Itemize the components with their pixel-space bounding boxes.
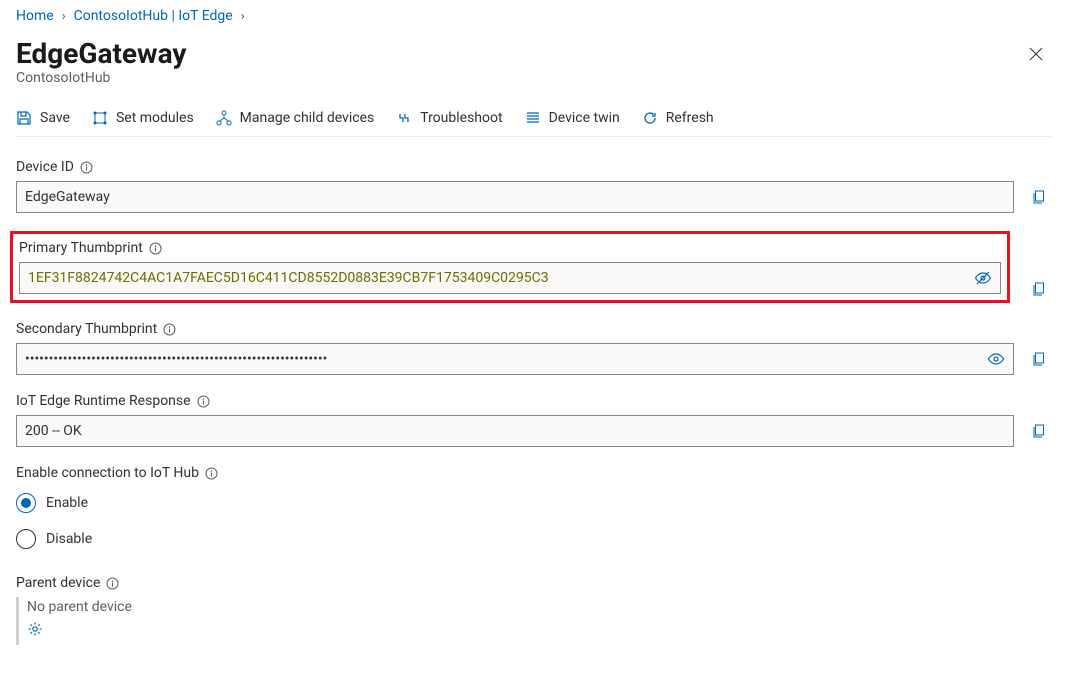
save-label: Save bbox=[40, 110, 70, 126]
device-id-block: Device ID bbox=[16, 159, 1052, 213]
troubleshoot-label: Troubleshoot bbox=[420, 110, 502, 126]
device-id-label: Device ID bbox=[16, 159, 74, 175]
info-icon[interactable] bbox=[80, 161, 93, 174]
refresh-icon bbox=[642, 110, 658, 126]
parent-device-value: No parent device bbox=[27, 599, 1052, 615]
copy-icon bbox=[1031, 351, 1047, 367]
refresh-label: Refresh bbox=[666, 110, 714, 126]
copy-secondary-thumbprint-button[interactable] bbox=[1026, 343, 1052, 375]
page-title: EdgeGateway bbox=[16, 38, 186, 70]
toolbar: Save Set modules Manage child devices Tr… bbox=[16, 98, 1052, 137]
save-button[interactable]: Save bbox=[16, 110, 70, 126]
runtime-response-block: IoT Edge Runtime Response bbox=[16, 393, 1052, 447]
primary-thumbprint-input[interactable] bbox=[28, 270, 968, 286]
device-twin-label: Device twin bbox=[549, 110, 620, 126]
page-subtitle: ContosoIotHub bbox=[16, 70, 186, 86]
breadcrumb-sep-1: › bbox=[56, 9, 72, 24]
breadcrumb: Home › ContosoIotHub | IoT Edge › bbox=[16, 8, 1052, 24]
info-icon[interactable] bbox=[149, 242, 162, 255]
device-id-input[interactable] bbox=[25, 189, 1005, 205]
manage-children-button[interactable]: Manage child devices bbox=[216, 110, 375, 126]
troubleshoot-icon bbox=[396, 110, 412, 126]
runtime-response-input-wrap bbox=[16, 415, 1014, 447]
show-secondary-thumbprint-button[interactable] bbox=[981, 350, 1005, 368]
device-id-input-wrap bbox=[16, 181, 1014, 213]
info-icon[interactable] bbox=[106, 577, 119, 590]
secondary-thumbprint-input[interactable] bbox=[25, 351, 981, 367]
device-twin-button[interactable]: Device twin bbox=[525, 110, 620, 126]
copy-runtime-response-button[interactable] bbox=[1026, 415, 1052, 447]
primary-thumbprint-label: Primary Thumbprint bbox=[19, 240, 143, 256]
parent-device-settings-button[interactable] bbox=[27, 621, 43, 637]
breadcrumb-hub[interactable]: ContosoIotHub | IoT Edge bbox=[74, 8, 233, 24]
primary-thumbprint-block: Primary Thumbprint bbox=[16, 231, 1052, 303]
radio-enable-indicator bbox=[16, 493, 36, 513]
save-icon bbox=[16, 110, 32, 126]
page-header: EdgeGateway ContosoIotHub bbox=[16, 38, 1052, 86]
secondary-thumbprint-input-wrap bbox=[16, 343, 1014, 375]
gear-icon bbox=[27, 621, 43, 637]
manage-children-label: Manage child devices bbox=[240, 110, 375, 126]
breadcrumb-home[interactable]: Home bbox=[16, 8, 54, 24]
eye-hide-icon bbox=[974, 269, 992, 287]
close-button[interactable] bbox=[1020, 38, 1052, 70]
parent-device-label: Parent device bbox=[16, 575, 100, 591]
parent-device-block: Parent device No parent device bbox=[16, 575, 1052, 645]
info-icon[interactable] bbox=[163, 323, 176, 336]
info-icon[interactable] bbox=[197, 395, 210, 408]
secondary-thumbprint-block: Secondary Thumbprint bbox=[16, 321, 1052, 375]
secondary-thumbprint-label: Secondary Thumbprint bbox=[16, 321, 157, 337]
copy-icon bbox=[1031, 281, 1047, 297]
radio-enable[interactable]: Enable bbox=[16, 493, 1052, 513]
radio-disable-indicator bbox=[16, 529, 36, 549]
eye-icon bbox=[987, 350, 1005, 368]
radio-disable-label: Disable bbox=[46, 531, 92, 547]
copy-primary-thumbprint-button[interactable] bbox=[1026, 281, 1052, 297]
runtime-response-label: IoT Edge Runtime Response bbox=[16, 393, 191, 409]
copy-icon bbox=[1031, 189, 1047, 205]
manage-children-icon bbox=[216, 110, 232, 126]
radio-enable-label: Enable bbox=[46, 495, 88, 511]
breadcrumb-sep-2: › bbox=[235, 9, 251, 24]
set-modules-label: Set modules bbox=[116, 110, 194, 126]
hide-primary-thumbprint-button[interactable] bbox=[968, 269, 992, 287]
enable-connection-label: Enable connection to IoT Hub bbox=[16, 465, 199, 481]
refresh-button[interactable]: Refresh bbox=[642, 110, 714, 126]
set-modules-icon bbox=[92, 110, 108, 126]
primary-thumbprint-input-wrap bbox=[19, 262, 1001, 294]
radio-disable[interactable]: Disable bbox=[16, 529, 1052, 549]
close-icon bbox=[1028, 46, 1044, 62]
set-modules-button[interactable]: Set modules bbox=[92, 110, 194, 126]
troubleshoot-button[interactable]: Troubleshoot bbox=[396, 110, 502, 126]
device-twin-icon bbox=[525, 110, 541, 126]
copy-device-id-button[interactable] bbox=[1026, 181, 1052, 213]
enable-connection-block: Enable connection to IoT Hub Enable Disa… bbox=[16, 465, 1052, 549]
runtime-response-input[interactable] bbox=[25, 423, 1005, 439]
copy-icon bbox=[1031, 423, 1047, 439]
info-icon[interactable] bbox=[205, 467, 218, 480]
